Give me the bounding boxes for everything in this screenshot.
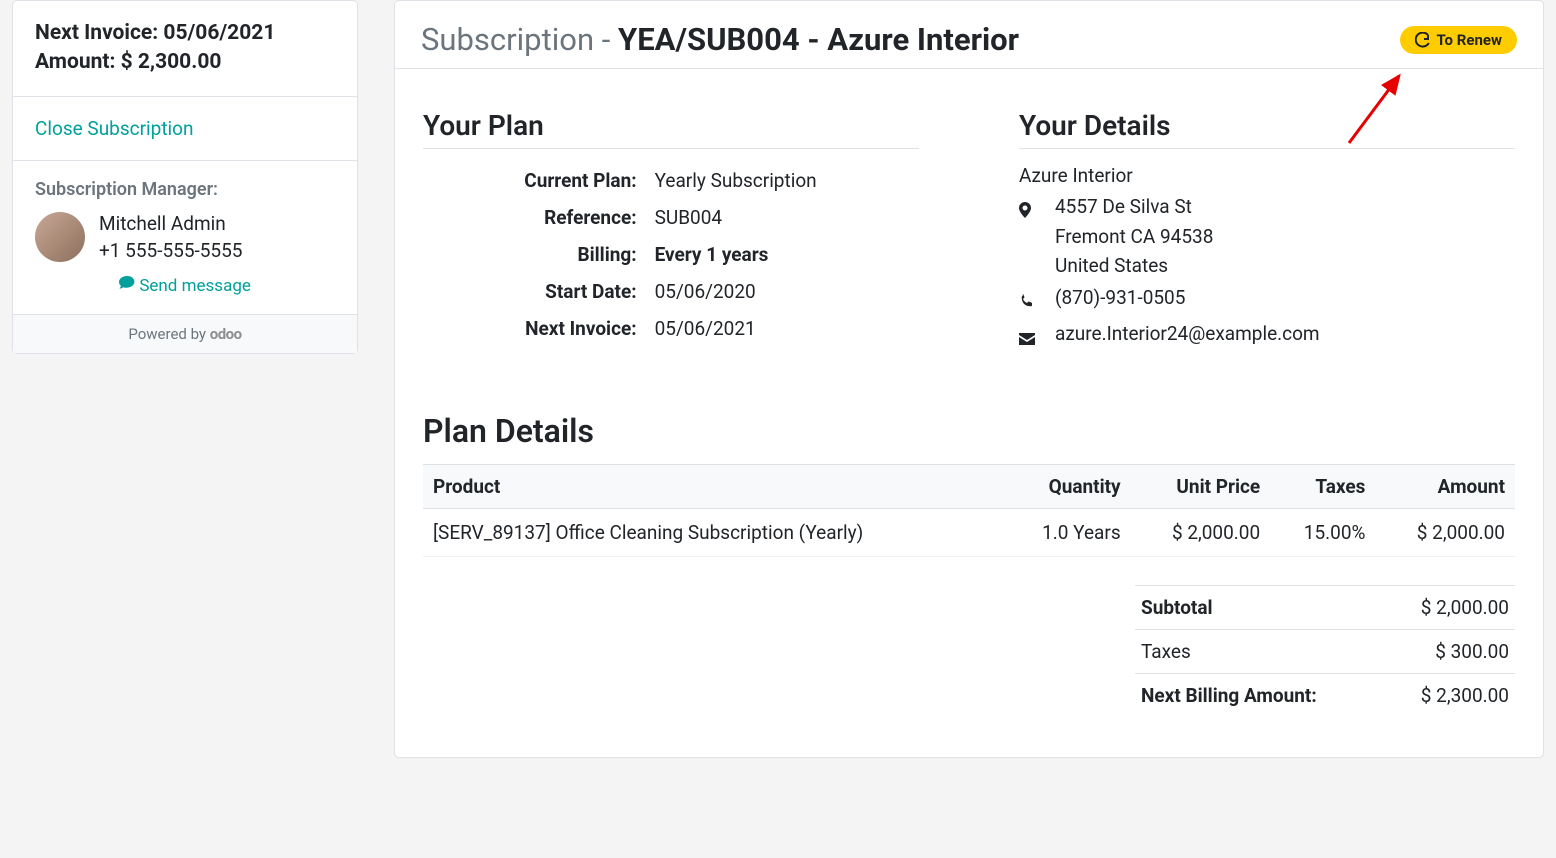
amount-label: Amount: $ 2,300.00 (35, 48, 335, 77)
next-billing-value: $ 2,300.00 (1421, 684, 1509, 707)
current-plan-label: Current Plan: (425, 163, 641, 198)
taxes-value: $ 300.00 (1435, 640, 1509, 663)
manager-section: Subscription Manager: Mitchell Admin +1 … (13, 161, 357, 315)
company-name: Azure Interior (1019, 161, 1515, 190)
main-body: Your Plan Current Plan: Yearly Subscript… (395, 69, 1543, 727)
manager-phone: +1 555-555-5555 (99, 237, 242, 265)
cell-taxes: 15.00% (1270, 508, 1375, 556)
send-message-label: Send message (139, 276, 251, 296)
table-header-row: Product Quantity Unit Price Taxes Amount (423, 464, 1515, 508)
next-invoice-value: 05/06/2021 (643, 311, 917, 346)
col-amount: Amount (1375, 464, 1515, 508)
powered-label: Powered by (128, 325, 206, 343)
phone-icon (1019, 283, 1037, 317)
col-product: Product (423, 464, 1004, 508)
plan-table: Current Plan: Yearly Subscription Refere… (423, 161, 919, 348)
cell-amount: $ 2,000.00 (1375, 508, 1515, 556)
email-text: azure.Interior24@example.com (1055, 319, 1320, 348)
taxes-row: Taxes $ 300.00 (1135, 630, 1515, 674)
next-billing-row: Next Billing Amount: $ 2,300.00 (1135, 674, 1515, 717)
page-title: Subscription - YEA/SUB004 - Azure Interi… (421, 21, 1019, 58)
powered-by: Powered by odoo (13, 315, 357, 353)
reference-value: SUB004 (643, 200, 917, 235)
current-plan-value: Yearly Subscription (643, 163, 917, 198)
reference-label: Reference: (425, 200, 641, 235)
table-row: Billing: Every 1 years (425, 237, 917, 272)
title-prefix: Subscription - (421, 21, 618, 58)
table-row: Reference: SUB004 (425, 200, 917, 235)
close-section: Close Subscription (13, 97, 357, 161)
col-unit-price: Unit Price (1131, 464, 1271, 508)
cell-product: [SERV_89137] Office Cleaning Subscriptio… (423, 508, 1004, 556)
phone-text: (870)-931-0505 (1055, 283, 1185, 312)
manager-info: Mitchell Admin +1 555-555-5555 (99, 210, 242, 265)
address-line3: United States (1055, 251, 1213, 280)
manager-row: Mitchell Admin +1 555-555-5555 (35, 210, 335, 265)
next-invoice-label: Next Invoice: (425, 311, 641, 346)
to-renew-badge[interactable]: To Renew (1400, 26, 1517, 54)
your-plan-col: Your Plan Current Plan: Yearly Subscript… (423, 109, 919, 354)
cell-unit-price: $ 2,000.00 (1131, 508, 1271, 556)
main-header: Subscription - YEA/SUB004 - Azure Interi… (395, 1, 1543, 69)
phone-row: (870)-931-0505 (1019, 283, 1515, 317)
your-details-col: Your Details Azure Interior 4557 De Silv… (1019, 109, 1515, 354)
two-column: Your Plan Current Plan: Yearly Subscript… (423, 109, 1515, 354)
close-subscription-link[interactable]: Close Subscription (35, 115, 194, 142)
col-taxes: Taxes (1270, 464, 1375, 508)
subtotal-row: Subtotal $ 2,000.00 (1135, 585, 1515, 630)
envelope-icon (1019, 319, 1037, 353)
email-row: azure.Interior24@example.com (1019, 319, 1515, 353)
table-row: [SERV_89137] Office Cleaning Subscriptio… (423, 508, 1515, 556)
plan-details-title: Plan Details (423, 412, 1515, 450)
totals-block: Subtotal $ 2,000.00 Taxes $ 300.00 Next … (1135, 585, 1515, 717)
your-details-title: Your Details (1019, 109, 1515, 149)
brand-logo[interactable]: odoo (210, 325, 242, 343)
sidebar-card: Next Invoice: 05/06/2021 Amount: $ 2,300… (12, 0, 358, 354)
table-row: Next Invoice: 05/06/2021 (425, 311, 917, 346)
cell-quantity: 1.0 Years (1004, 508, 1131, 556)
plan-details-table: Product Quantity Unit Price Taxes Amount… (423, 464, 1515, 557)
main-panel: Subscription - YEA/SUB004 - Azure Interi… (394, 0, 1544, 758)
title-code: YEA/SUB004 - Azure Interior (618, 21, 1019, 58)
subtotal-label: Subtotal (1141, 596, 1213, 619)
address-text: 4557 De Silva St Fremont CA 94538 United… (1055, 192, 1213, 280)
start-date-label: Start Date: (425, 274, 641, 309)
billing-value: Every 1 years (643, 237, 917, 272)
map-marker-icon (1019, 192, 1037, 226)
to-renew-label: To Renew (1437, 31, 1502, 49)
plan-details-section: Plan Details Product Quantity Unit Price… (423, 412, 1515, 717)
refresh-icon (1415, 32, 1431, 48)
table-row: Current Plan: Yearly Subscription (425, 163, 917, 198)
address-row: 4557 De Silva St Fremont CA 94538 United… (1019, 192, 1515, 280)
send-message-link[interactable]: Send message (119, 276, 251, 296)
avatar (35, 212, 85, 262)
manager-name: Mitchell Admin (99, 210, 242, 238)
chat-icon (119, 275, 135, 291)
start-date-value: 05/06/2020 (643, 274, 917, 309)
taxes-label: Taxes (1141, 640, 1191, 663)
address-line1: 4557 De Silva St (1055, 192, 1213, 221)
subtotal-value: $ 2,000.00 (1421, 596, 1509, 619)
billing-label: Billing: (425, 237, 641, 272)
details-block: Azure Interior 4557 De Silva St Fremont … (1019, 161, 1515, 354)
send-message-wrap: Send message (35, 275, 335, 296)
next-invoice-label: Next Invoice: 05/06/2021 (35, 19, 335, 48)
address-line2: Fremont CA 94538 (1055, 222, 1213, 251)
manager-label: Subscription Manager: (35, 179, 335, 200)
your-plan-title: Your Plan (423, 109, 919, 149)
next-billing-label: Next Billing Amount: (1141, 684, 1317, 707)
invoice-summary: Next Invoice: 05/06/2021 Amount: $ 2,300… (13, 1, 357, 97)
col-quantity: Quantity (1004, 464, 1131, 508)
sidebar: Next Invoice: 05/06/2021 Amount: $ 2,300… (12, 0, 358, 758)
table-row: Start Date: 05/06/2020 (425, 274, 917, 309)
